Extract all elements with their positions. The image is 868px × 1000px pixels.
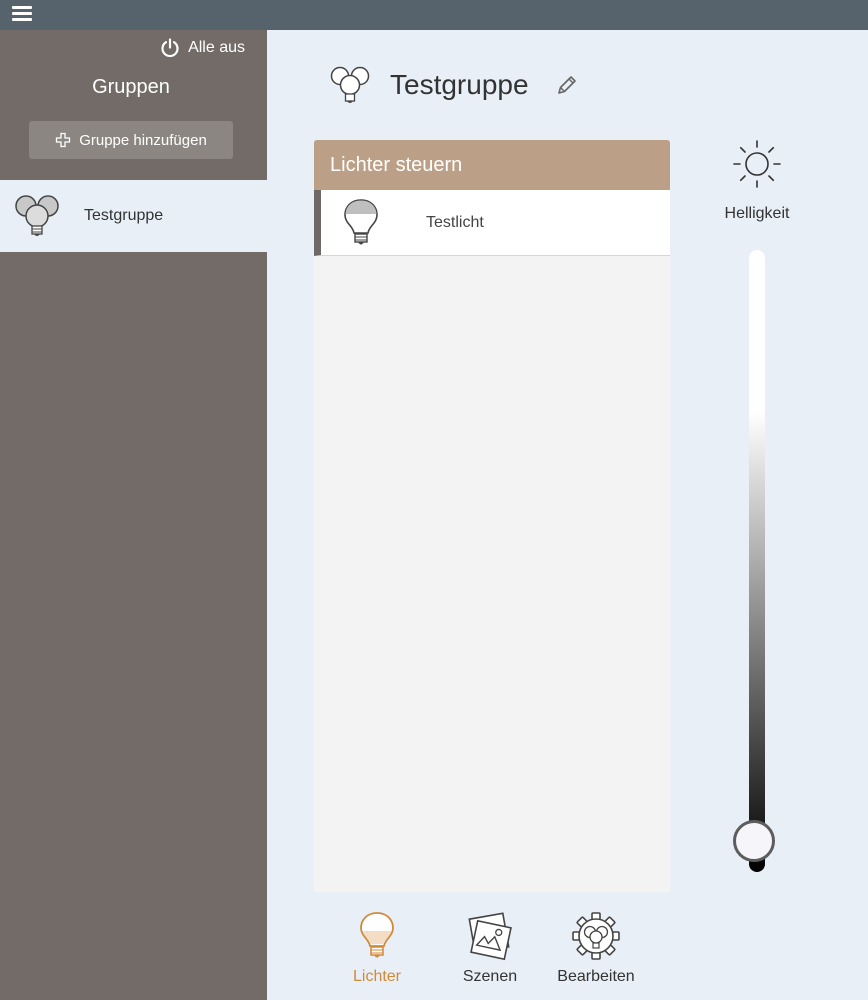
brightness-slider-handle[interactable] [733,819,775,862]
light-row-testlicht[interactable]: Testlicht [314,190,670,256]
tab-label: Szenen [462,968,518,985]
tab-label: Bearbeiten [557,968,635,985]
tab-bearbeiten[interactable]: Bearbeiten [546,910,646,986]
tab-lichter[interactable]: Lichter [327,910,427,986]
pencil-icon[interactable] [555,73,579,97]
lights-panel: Lichter steuern Testlicht [314,140,670,892]
brightness-slider[interactable] [749,250,765,872]
add-group-button[interactable]: Gruppe hinzufügen [29,121,233,159]
page-title: Testgruppe [390,69,529,100]
sidebar-title: Gruppen [92,76,170,98]
add-group-label: Gruppe hinzufügen [79,131,207,149]
group-bulbs-icon [15,195,59,236]
sun-icon [733,140,781,188]
tab-szenen[interactable]: Szenen [440,910,540,986]
scenes-icon [468,912,512,961]
group-header: Testgruppe [330,64,579,106]
all-off-button[interactable]: Alle aus [160,38,245,58]
tab-label: Lichter [352,968,402,985]
brightness-label: Helligkeit [724,205,790,222]
panel-header: Lichter steuern [314,140,670,190]
sidebar: Alle aus Gruppen Gruppe hinzufügen Testg… [0,30,267,1000]
hamburger-icon[interactable] [12,6,32,23]
power-icon [161,38,179,58]
bulb-icon [344,198,378,244]
light-label: Testlicht [426,213,484,231]
plus-icon [56,132,71,148]
all-off-label: Alle aus [188,39,245,56]
top-bar [0,0,868,30]
bulb-icon [360,912,394,958]
sidebar-item-testgruppe[interactable]: Testgruppe [0,180,267,252]
sidebar-item-label: Testgruppe [84,207,164,224]
gear-icon [572,912,620,960]
group-bulbs-icon [330,66,370,103]
